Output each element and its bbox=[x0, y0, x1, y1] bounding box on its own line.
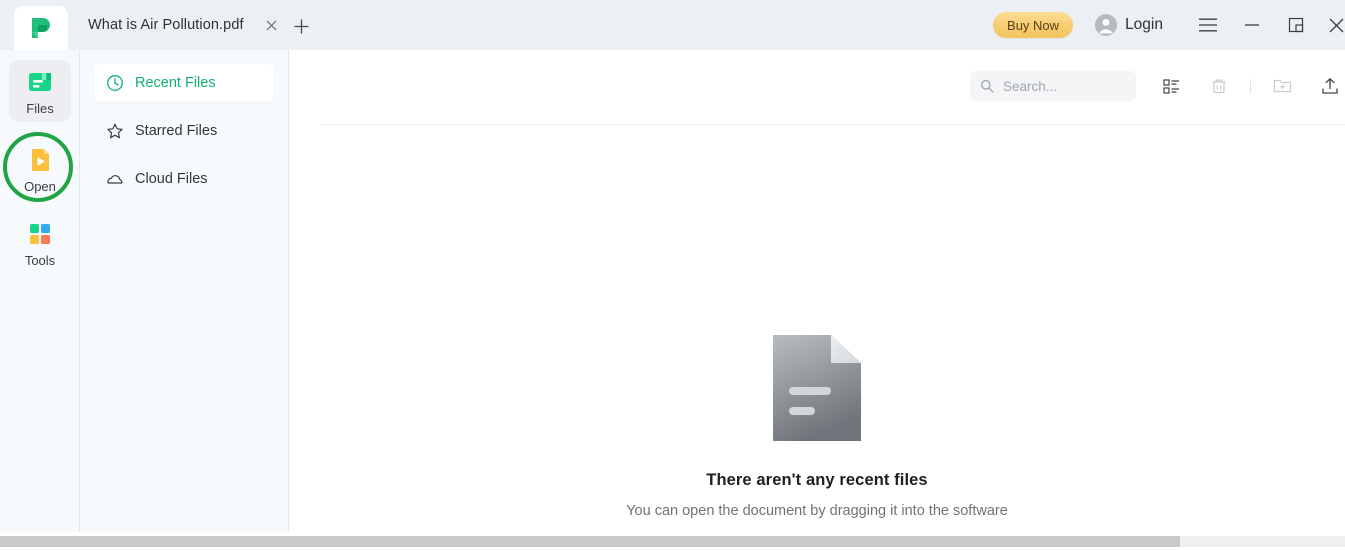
close-window-icon bbox=[1329, 18, 1344, 32]
titlebar-right-group: Buy Now Login bbox=[993, 0, 1345, 50]
new-tab-button[interactable] bbox=[290, 15, 312, 37]
nav-label-recent-files: Recent Files bbox=[135, 75, 216, 91]
content-toolbar bbox=[970, 70, 1345, 102]
list-view-icon bbox=[1162, 78, 1179, 94]
nav-item-cloud-files[interactable]: Cloud Files bbox=[94, 160, 274, 198]
empty-state-title: There aren't any recent files bbox=[706, 471, 928, 489]
rail-item-open[interactable]: Open bbox=[9, 138, 71, 200]
restore-window-icon bbox=[1288, 17, 1304, 33]
search-box[interactable] bbox=[970, 71, 1136, 101]
search-input[interactable] bbox=[1001, 77, 1125, 95]
content-area: There aren't any recent files You can op… bbox=[289, 50, 1345, 532]
toolbar-separator bbox=[1250, 78, 1251, 94]
star-icon bbox=[107, 123, 123, 139]
app-logo-leaf-icon bbox=[32, 18, 50, 38]
open-file-icon bbox=[32, 149, 49, 171]
hamburger-glyph bbox=[1199, 18, 1217, 32]
close-tab-icon[interactable] bbox=[262, 15, 282, 35]
empty-document-icon bbox=[773, 335, 861, 441]
plus-icon bbox=[294, 19, 308, 33]
rail-label-tools: Tools bbox=[24, 253, 56, 268]
search-icon bbox=[981, 80, 994, 93]
app-window: What is Air Pollution.pdf Buy Now Login … bbox=[0, 0, 1345, 550]
nav-item-starred-files[interactable]: Starred Files bbox=[94, 112, 274, 150]
minimize-icon bbox=[1245, 24, 1259, 26]
bottom-scrollbar[interactable] bbox=[0, 532, 1345, 550]
close-window-button[interactable] bbox=[1329, 14, 1345, 36]
document-tab-title: What is Air Pollution.pdf bbox=[88, 17, 244, 33]
left-rail: Files Open Tools bbox=[0, 50, 80, 532]
login-button[interactable]: Login bbox=[1095, 14, 1163, 36]
upload-icon bbox=[1322, 78, 1338, 94]
hamburger-menu-icon[interactable] bbox=[1197, 14, 1219, 36]
tools-grid-icon bbox=[30, 224, 50, 244]
nav-item-recent-files[interactable]: Recent Files bbox=[94, 64, 274, 102]
document-tab[interactable]: What is Air Pollution.pdf bbox=[74, 0, 288, 50]
minimize-window-button[interactable] bbox=[1241, 14, 1263, 36]
upload-button[interactable] bbox=[1317, 73, 1343, 99]
files-nav-panel: Recent Files Starred Files Cloud Files bbox=[80, 50, 289, 532]
rail-label-open: Open bbox=[24, 179, 56, 194]
restore-window-button[interactable] bbox=[1285, 14, 1307, 36]
cloud-icon bbox=[107, 175, 123, 184]
empty-state: There aren't any recent files You can op… bbox=[289, 335, 1345, 519]
buy-now-button[interactable]: Buy Now bbox=[993, 12, 1074, 38]
delete-button bbox=[1206, 73, 1232, 99]
new-folder-icon bbox=[1273, 79, 1291, 93]
scrollbar-thumb[interactable] bbox=[0, 536, 1180, 547]
close-icon-glyph bbox=[266, 20, 277, 30]
rail-item-tools[interactable]: Tools bbox=[9, 212, 71, 274]
rail-item-files[interactable]: Files bbox=[9, 60, 71, 122]
user-avatar-icon bbox=[1095, 14, 1118, 36]
nav-label-cloud-files: Cloud Files bbox=[135, 171, 208, 187]
list-view-button[interactable] bbox=[1158, 73, 1184, 99]
login-label: Login bbox=[1125, 16, 1163, 33]
clock-icon bbox=[107, 75, 123, 91]
files-folder-icon bbox=[29, 73, 51, 91]
new-folder-button[interactable] bbox=[1269, 73, 1295, 99]
empty-state-subtitle: You can open the document by dragging it… bbox=[626, 503, 1008, 519]
nav-label-starred-files: Starred Files bbox=[135, 123, 218, 139]
rail-label-files: Files bbox=[26, 101, 54, 116]
content-divider bbox=[320, 124, 1345, 125]
trash-icon bbox=[1212, 79, 1226, 94]
app-logo-tab[interactable] bbox=[14, 6, 68, 50]
title-bar: What is Air Pollution.pdf Buy Now Login bbox=[0, 0, 1345, 50]
